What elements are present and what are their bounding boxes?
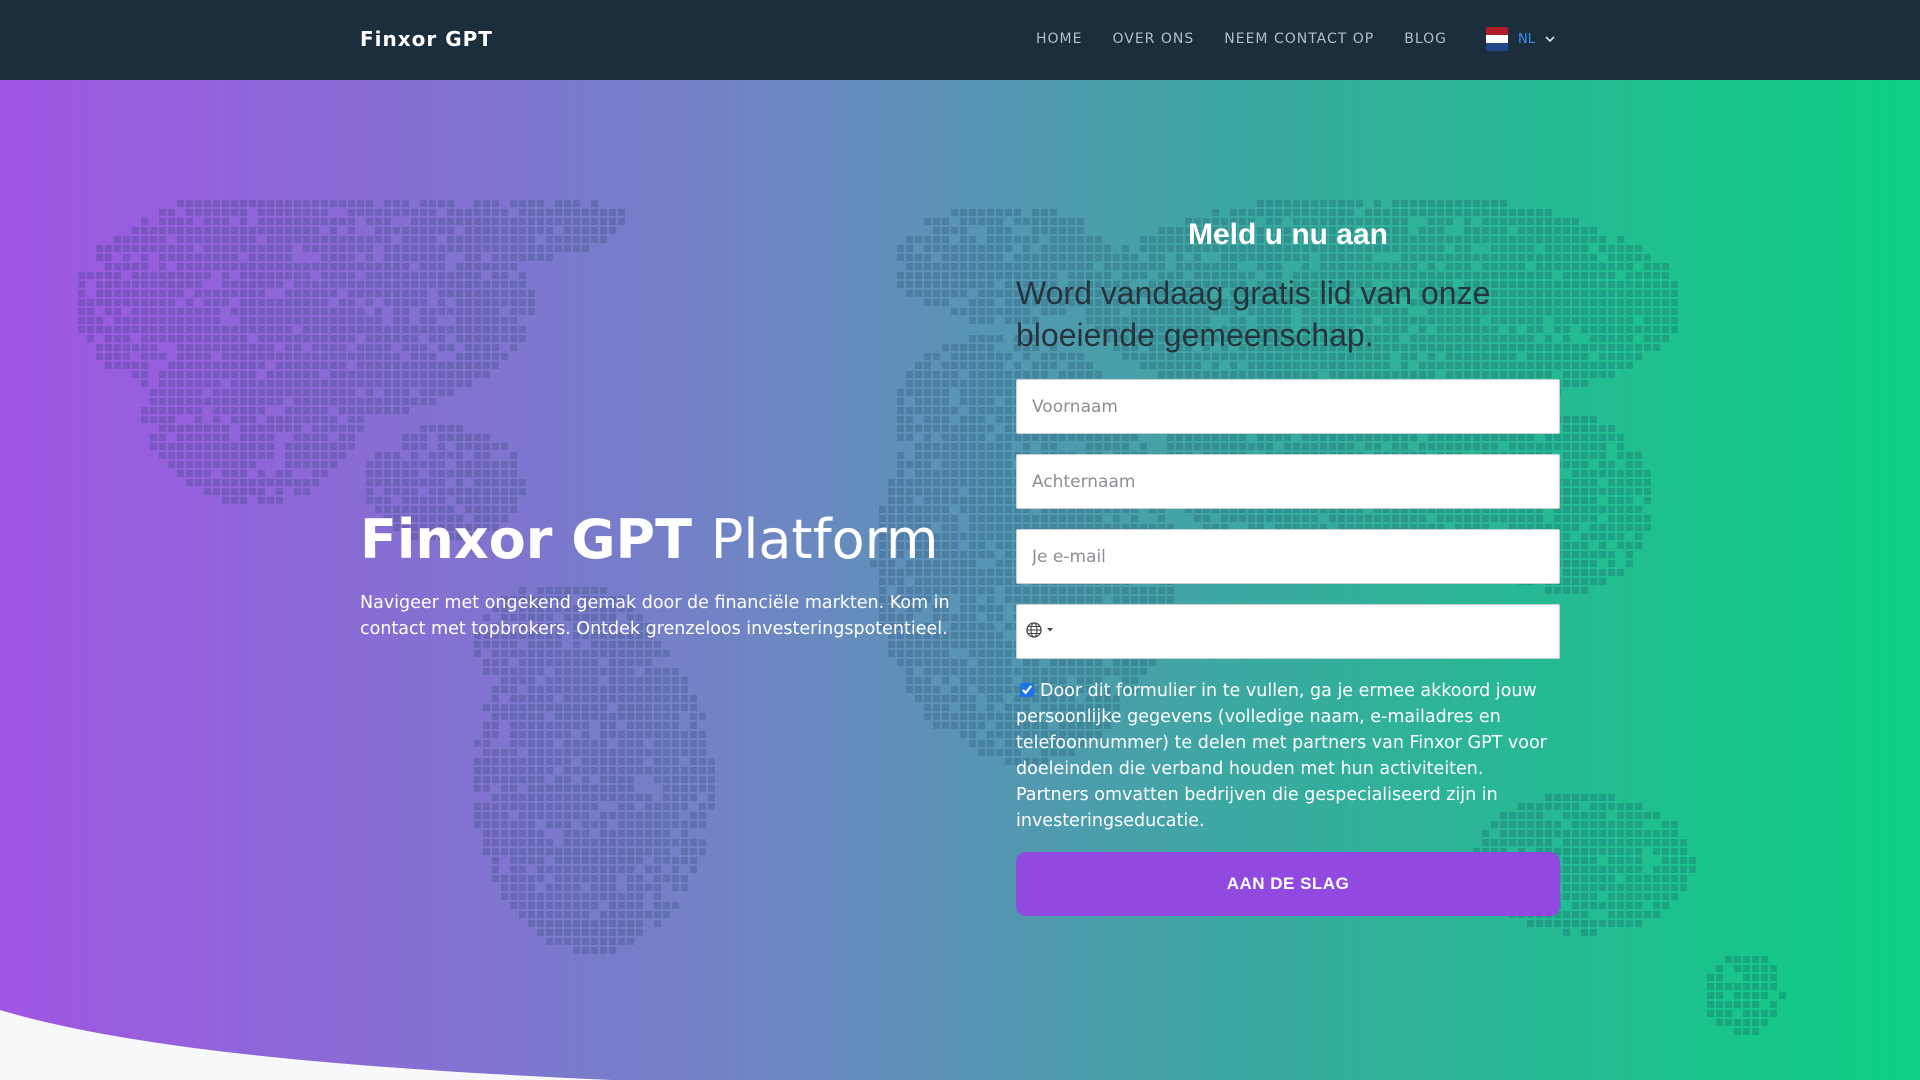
consent-text: Door dit formulier in te vullen, ga je e…: [1016, 681, 1547, 831]
hero-title-suffix: Platform: [710, 508, 939, 571]
form-heading: Meld u nu aan: [1187, 218, 1388, 251]
phone-country-selector[interactable]: [1025, 621, 1054, 639]
top-navbar: Finxor GPT HOME OVER ONS NEEM CONTACT OP…: [0, 0, 1920, 80]
phone-field: [1016, 604, 1560, 659]
email-input[interactable]: [1016, 529, 1560, 584]
nav-link-home[interactable]: HOME: [1036, 31, 1082, 47]
nav-link-about[interactable]: OVER ONS: [1112, 31, 1194, 47]
last-name-input[interactable]: [1016, 454, 1560, 509]
language-selector[interactable]: NL: [1486, 27, 1556, 51]
netherlands-flag-icon: [1486, 27, 1508, 51]
phone-input[interactable]: [1067, 605, 1557, 658]
language-code: NL: [1518, 31, 1535, 47]
caret-down-icon: [1047, 628, 1053, 632]
form-subheading: Word vandaag gratis lid van onze bloeien…: [1016, 275, 1491, 353]
main-nav: HOME OVER ONS NEEM CONTACT OP BLOG: [1036, 31, 1477, 47]
nav-link-blog[interactable]: BLOG: [1404, 31, 1447, 47]
first-name-input[interactable]: [1016, 379, 1560, 434]
hero-description: Navigeer met ongekend gemak door de fina…: [360, 593, 950, 639]
nav-link-contact[interactable]: NEEM CONTACT OP: [1224, 31, 1374, 47]
hero-title-brand: Finxor GPT: [360, 508, 692, 571]
world-map-dots-background: [78, 200, 1786, 1035]
globe-icon: [1026, 622, 1042, 638]
chevron-down-icon: [1545, 36, 1555, 43]
consent-block: Door dit formulier in te vullen, ga je e…: [1016, 678, 1560, 834]
brand-logo[interactable]: Finxor GPT: [360, 27, 493, 51]
hero-title: Finxor GPT Platform: [360, 508, 938, 571]
submit-button[interactable]: AAN DE SLAG: [1016, 852, 1560, 916]
consent-checkbox[interactable]: [1020, 683, 1034, 697]
bottom-wave-divider: [0, 1010, 1920, 1080]
hero-section: Finxor GPT Platform Navigeer met ongeken…: [0, 80, 1920, 1080]
